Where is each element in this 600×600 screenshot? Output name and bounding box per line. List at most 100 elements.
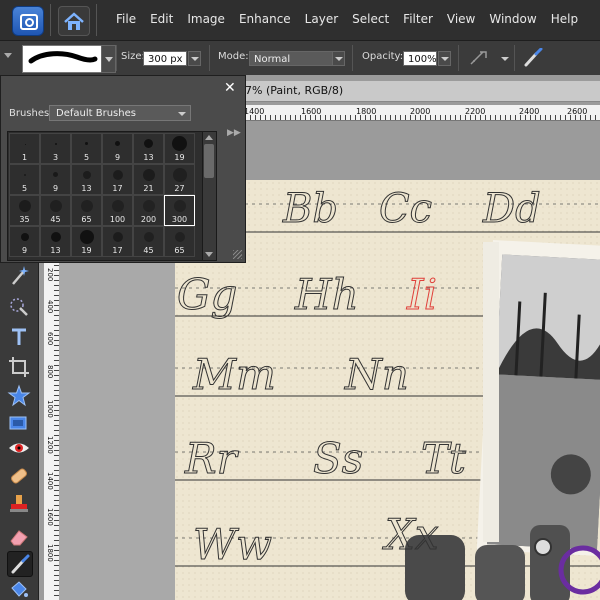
brush-swatch[interactable]: 19	[71, 226, 102, 257]
brush-swatch[interactable]: 100	[102, 195, 133, 226]
brush-swatch[interactable]: 35	[9, 195, 40, 226]
camera-icon[interactable]	[12, 6, 44, 36]
main-menu: File Edit Image Enhance Layer Select Fil…	[116, 12, 578, 26]
airbrush-icon[interactable]	[468, 49, 490, 67]
brush-swatch[interactable]: 9	[9, 226, 40, 257]
quick-selection-icon[interactable]	[7, 295, 31, 319]
cookie-cutter-icon[interactable]	[7, 384, 31, 408]
letters-gg: Gg	[176, 270, 238, 320]
menu-layer[interactable]: Layer	[305, 12, 338, 26]
brush-size-label: 19	[81, 246, 92, 255]
brush-size-label: 17	[112, 246, 123, 255]
healing-brush-icon[interactable]	[7, 464, 31, 488]
straighten-icon[interactable]	[7, 411, 31, 435]
letters-ww: Ww	[192, 520, 273, 570]
ruler-label: 1600	[46, 508, 54, 526]
mode-dropdown[interactable]	[332, 51, 345, 66]
brush-swatch[interactable]: 9	[40, 164, 71, 195]
brush-swatch[interactable]: 45	[133, 226, 164, 257]
menu-window[interactable]: Window	[489, 12, 536, 26]
letters-dd: Dd	[483, 186, 542, 233]
options-bar: Size: 300 px Mode: Normal Opacity: 100%	[0, 41, 600, 76]
brush-swatch[interactable]: 5	[71, 133, 102, 164]
magic-wand-icon[interactable]	[7, 264, 31, 288]
opacity-input[interactable]: 100%	[403, 51, 437, 66]
brush-size-label: 13	[81, 184, 92, 193]
brush-swatch[interactable]: 5	[9, 164, 40, 195]
brush-picker-dropdown[interactable]	[101, 45, 116, 73]
letters-rr: Rr	[185, 434, 238, 484]
ruler-label: 2400	[519, 107, 540, 116]
brush-size-label: 35	[19, 215, 30, 224]
brush-swatch[interactable]: 65	[164, 226, 195, 257]
brush-grid-scrollbar[interactable]	[202, 131, 217, 261]
eraser-icon[interactable]	[7, 525, 31, 549]
brush-size-label: 1	[21, 153, 28, 162]
brush-size-label: 13	[143, 153, 154, 162]
ruler-label: 1400	[244, 107, 265, 116]
brush-swatch[interactable]: 13	[40, 226, 71, 257]
ruler-label: 1800	[46, 544, 54, 562]
brush-settings-dropdown[interactable]	[498, 51, 511, 66]
brush-picker-popup: ✕ Brushes: Default Brushes 1 3 5 9 13 19…	[0, 75, 246, 263]
letters-xx: Xx	[385, 510, 440, 560]
brush-swatch[interactable]: 13	[71, 164, 102, 195]
brush-size-label: 100	[109, 215, 126, 224]
clone-stamp-icon[interactable]	[7, 492, 31, 516]
close-icon[interactable]: ✕	[224, 80, 236, 96]
letters-cc: Cc	[378, 186, 433, 233]
size-slider-toggle[interactable]	[188, 51, 201, 66]
brush-swatch[interactable]: 9	[102, 133, 133, 164]
menu-file[interactable]: File	[116, 12, 136, 26]
brush-swatch[interactable]: 17	[102, 226, 133, 257]
brush-swatch[interactable]: 13	[133, 133, 164, 164]
menu-select[interactable]: Select	[352, 12, 389, 26]
brush-swatch[interactable]: 65	[71, 195, 102, 226]
brush-set-select[interactable]: Default Brushes	[49, 105, 191, 121]
brush-size-label: 5	[21, 184, 28, 193]
resize-grip-icon[interactable]	[233, 250, 242, 259]
document-title: 7% (Paint, RGB/8)	[245, 84, 344, 97]
brush-swatch[interactable]: 27	[164, 164, 195, 195]
letters-ii: Ii	[406, 270, 438, 320]
brush-swatch[interactable]: 200	[133, 195, 164, 226]
type-icon[interactable]	[7, 325, 31, 349]
brush-swatch-selected[interactable]: 300	[164, 195, 195, 226]
mode-select[interactable]: Normal	[249, 51, 333, 66]
brush-swatch[interactable]: 45	[40, 195, 71, 226]
letters-hh: Hh	[295, 270, 360, 320]
ruler-label: 1400	[46, 472, 54, 490]
brush-swatch[interactable]: 19	[164, 133, 195, 164]
size-input[interactable]: 300 px	[143, 51, 187, 66]
opacity-slider-toggle[interactable]	[438, 51, 451, 66]
menu-help[interactable]: Help	[551, 12, 578, 26]
brush-size-label: 300	[171, 215, 188, 224]
menu-edit[interactable]: Edit	[150, 12, 173, 26]
panel-menu-icon[interactable]: ▶▶	[227, 128, 241, 138]
ruler-label: 1800	[356, 107, 377, 116]
brush-swatch[interactable]: 1	[9, 133, 40, 164]
brush-preview[interactable]	[22, 45, 102, 73]
size-label: Size:	[121, 51, 145, 62]
letters-ss: Ss	[312, 434, 364, 484]
menu-enhance[interactable]: Enhance	[239, 12, 291, 26]
letters-bb: Bb	[283, 186, 339, 233]
menu-filter[interactable]: Filter	[403, 12, 433, 26]
menu-view[interactable]: View	[447, 12, 475, 26]
crop-icon[interactable]	[7, 355, 31, 379]
home-icon[interactable]	[58, 6, 90, 36]
ruler-label: 400	[46, 300, 54, 314]
brush-icon[interactable]	[7, 551, 33, 577]
brush-swatch[interactable]: 3	[40, 133, 71, 164]
ruler-label: 800	[46, 365, 54, 379]
menu-image[interactable]: Image	[187, 12, 225, 26]
brush-swatch[interactable]: 17	[102, 164, 133, 195]
brush-swatch[interactable]: 21	[133, 164, 164, 195]
brush-size-label: 5	[83, 153, 90, 162]
paint-bucket-icon[interactable]	[7, 578, 31, 600]
letters-mm: Mm	[193, 350, 277, 400]
letters-tt: Tt	[421, 434, 467, 484]
tool-preset-icon[interactable]	[4, 53, 12, 58]
tablet-settings-icon[interactable]	[522, 47, 544, 68]
red-eye-icon[interactable]	[7, 436, 31, 460]
